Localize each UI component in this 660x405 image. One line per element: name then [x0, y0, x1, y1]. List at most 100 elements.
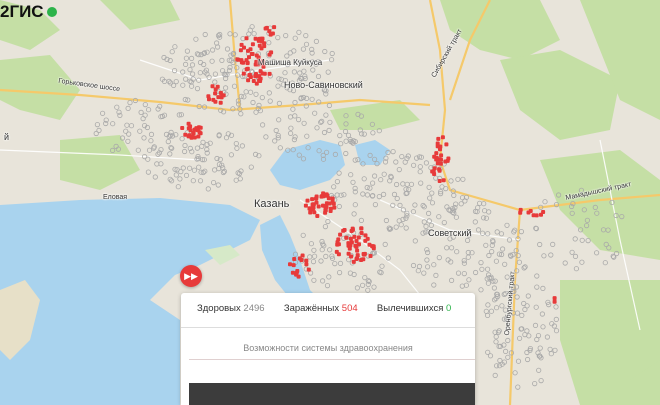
recovered-count: 0 — [446, 303, 452, 314]
infected-marker — [531, 213, 536, 218]
infected-marker — [186, 121, 191, 126]
infected-marker — [338, 232, 343, 237]
infected-marker — [235, 57, 240, 62]
infected-marker — [198, 125, 203, 130]
infected-marker — [353, 243, 358, 248]
infected-marker — [352, 234, 357, 239]
infected-marker — [248, 47, 253, 52]
infected-marker — [439, 153, 444, 158]
infected-marker — [359, 231, 364, 235]
infected-marker — [216, 95, 221, 100]
infected-marker — [330, 196, 335, 201]
infected-marker — [262, 41, 267, 46]
infected-marker — [342, 228, 347, 232]
infected-marker — [187, 133, 192, 138]
infected-marker — [296, 274, 301, 279]
capacity-line — [189, 359, 475, 360]
infected-marker — [359, 226, 364, 231]
infected-marker — [272, 25, 277, 30]
infected-marker — [263, 26, 268, 31]
infected-marker — [434, 151, 439, 156]
infected-marker — [307, 206, 312, 211]
infected-marker — [437, 168, 442, 173]
infected-marker — [239, 60, 244, 65]
brand-logo[interactable]: 2ГИС — [0, 2, 57, 22]
infected-marker — [304, 258, 309, 263]
infected-marker — [241, 71, 246, 76]
infected-marker — [198, 131, 203, 136]
infected-marker — [440, 135, 445, 140]
infected-marker — [539, 212, 543, 217]
map-label: Еловая — [103, 194, 128, 201]
infected-marker — [430, 169, 435, 174]
divider — [181, 327, 475, 328]
infected-marker — [437, 179, 442, 183]
infected-marker — [246, 78, 251, 83]
infected-marker — [253, 36, 258, 41]
infected-marker — [218, 90, 223, 95]
infected-marker — [349, 254, 354, 259]
infected-label: Заражённых — [283, 303, 340, 314]
infected-marker — [314, 196, 319, 201]
map-label: й — [4, 132, 10, 142]
infected-marker — [321, 194, 326, 199]
chart-area — [189, 383, 475, 405]
infected-marker — [304, 262, 309, 267]
infected-marker — [262, 71, 267, 76]
stats-panel: Здоровых 2496 Заражённых 504 Вылечившихс… — [181, 293, 475, 405]
infected-marker — [552, 299, 557, 304]
infected-marker — [371, 244, 376, 249]
infected-marker — [250, 52, 255, 56]
logo-dot-icon — [46, 7, 57, 17]
infected-marker — [368, 254, 373, 258]
fast-forward-button[interactable]: ▶▶ — [180, 265, 202, 287]
healthy-label: Здоровых — [197, 303, 241, 314]
infected-marker — [321, 203, 325, 208]
fast-forward-icon: ▶▶ — [184, 270, 198, 281]
infected-marker — [441, 178, 446, 183]
infected-marker — [267, 71, 272, 76]
infected-marker — [332, 205, 337, 210]
map-label: Машиша Куйкуса — [258, 58, 323, 67]
infected-marker — [244, 36, 249, 41]
infected-marker — [186, 126, 191, 131]
infected-marker — [323, 210, 328, 215]
infected-marker — [436, 136, 441, 141]
healthcare-capacity-caption: Возможности системы здравоохранения — [243, 343, 413, 353]
infected-marker — [210, 84, 215, 89]
infected-marker — [344, 235, 349, 240]
infected-marker — [303, 203, 308, 208]
infected-marker — [350, 226, 355, 231]
infected-marker — [446, 156, 451, 161]
infected-marker — [518, 210, 523, 215]
infected-marker — [257, 36, 262, 41]
infected-marker — [291, 263, 296, 268]
infected-marker — [528, 209, 533, 213]
infected-marker — [251, 79, 256, 83]
stats-row: Здоровых 2496 Заражённых 504 Вылечившихс… — [197, 303, 451, 314]
infected-marker — [206, 94, 211, 99]
infected-marker — [267, 29, 272, 34]
infected-marker — [434, 157, 439, 162]
infected-marker — [244, 58, 249, 63]
infected-marker — [192, 127, 197, 132]
infected-marker — [215, 84, 220, 89]
infected-marker — [357, 242, 361, 247]
infected-marker — [254, 53, 259, 58]
infected-marker — [325, 193, 330, 198]
infected-marker — [355, 248, 360, 253]
infected-marker — [290, 270, 295, 275]
infected-marker — [348, 243, 353, 248]
infected-marker — [336, 252, 341, 257]
infected-marker — [245, 66, 250, 71]
infected-marker — [305, 198, 310, 203]
infected-marker — [348, 236, 353, 241]
infected-marker — [444, 142, 449, 147]
infected-marker — [258, 69, 263, 74]
infected-marker — [270, 31, 275, 36]
infected-marker — [552, 296, 557, 301]
map-label: Советский — [428, 228, 472, 238]
map-label: Казань — [254, 198, 290, 210]
infected-marker — [292, 257, 297, 261]
infected-marker — [238, 48, 243, 53]
